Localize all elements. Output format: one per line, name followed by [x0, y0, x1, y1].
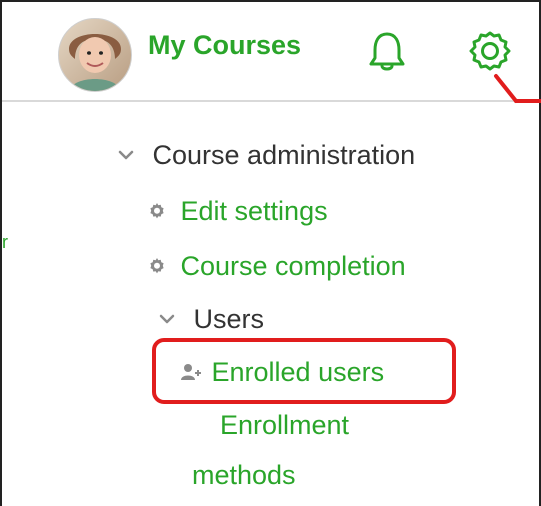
gear-icon	[150, 257, 164, 274]
chevron-down-icon	[159, 314, 175, 324]
users-label: Users	[193, 304, 265, 334]
left-edge-text: r	[2, 232, 8, 252]
enrollment-methods-link-line-1[interactable]: Enrollment	[220, 408, 349, 442]
gear-icon[interactable]	[462, 26, 518, 82]
enrollment-methods-link-line-2[interactable]: methods	[192, 458, 296, 492]
course-administration-label: Course administration	[152, 140, 416, 170]
methods-label: methods	[192, 460, 296, 490]
course-completion-label: Course completion	[180, 251, 406, 281]
enrolled-users-link[interactable]: Enrolled users	[180, 355, 384, 389]
course-completion-link[interactable]: Course completion	[147, 249, 406, 283]
gear-icon	[150, 202, 164, 219]
edit-settings-label: Edit settings	[180, 196, 328, 226]
brand-link[interactable]: My Courses	[148, 30, 301, 61]
avatar-image	[59, 19, 131, 91]
user-plus-icon	[181, 363, 201, 380]
enrolled-users-label: Enrolled users	[211, 357, 385, 387]
users-item[interactable]: Users	[158, 302, 264, 336]
bell-icon[interactable]	[367, 30, 407, 74]
edit-settings-link[interactable]: Edit settings	[147, 194, 328, 228]
course-administration-item[interactable]: Course administration	[117, 138, 415, 172]
user-avatar[interactable]	[58, 18, 132, 92]
top-divider	[2, 100, 539, 102]
top-bar: My Courses	[0, 0, 541, 100]
enrollment-label: Enrollment	[220, 410, 350, 440]
chevron-down-icon	[118, 150, 134, 160]
